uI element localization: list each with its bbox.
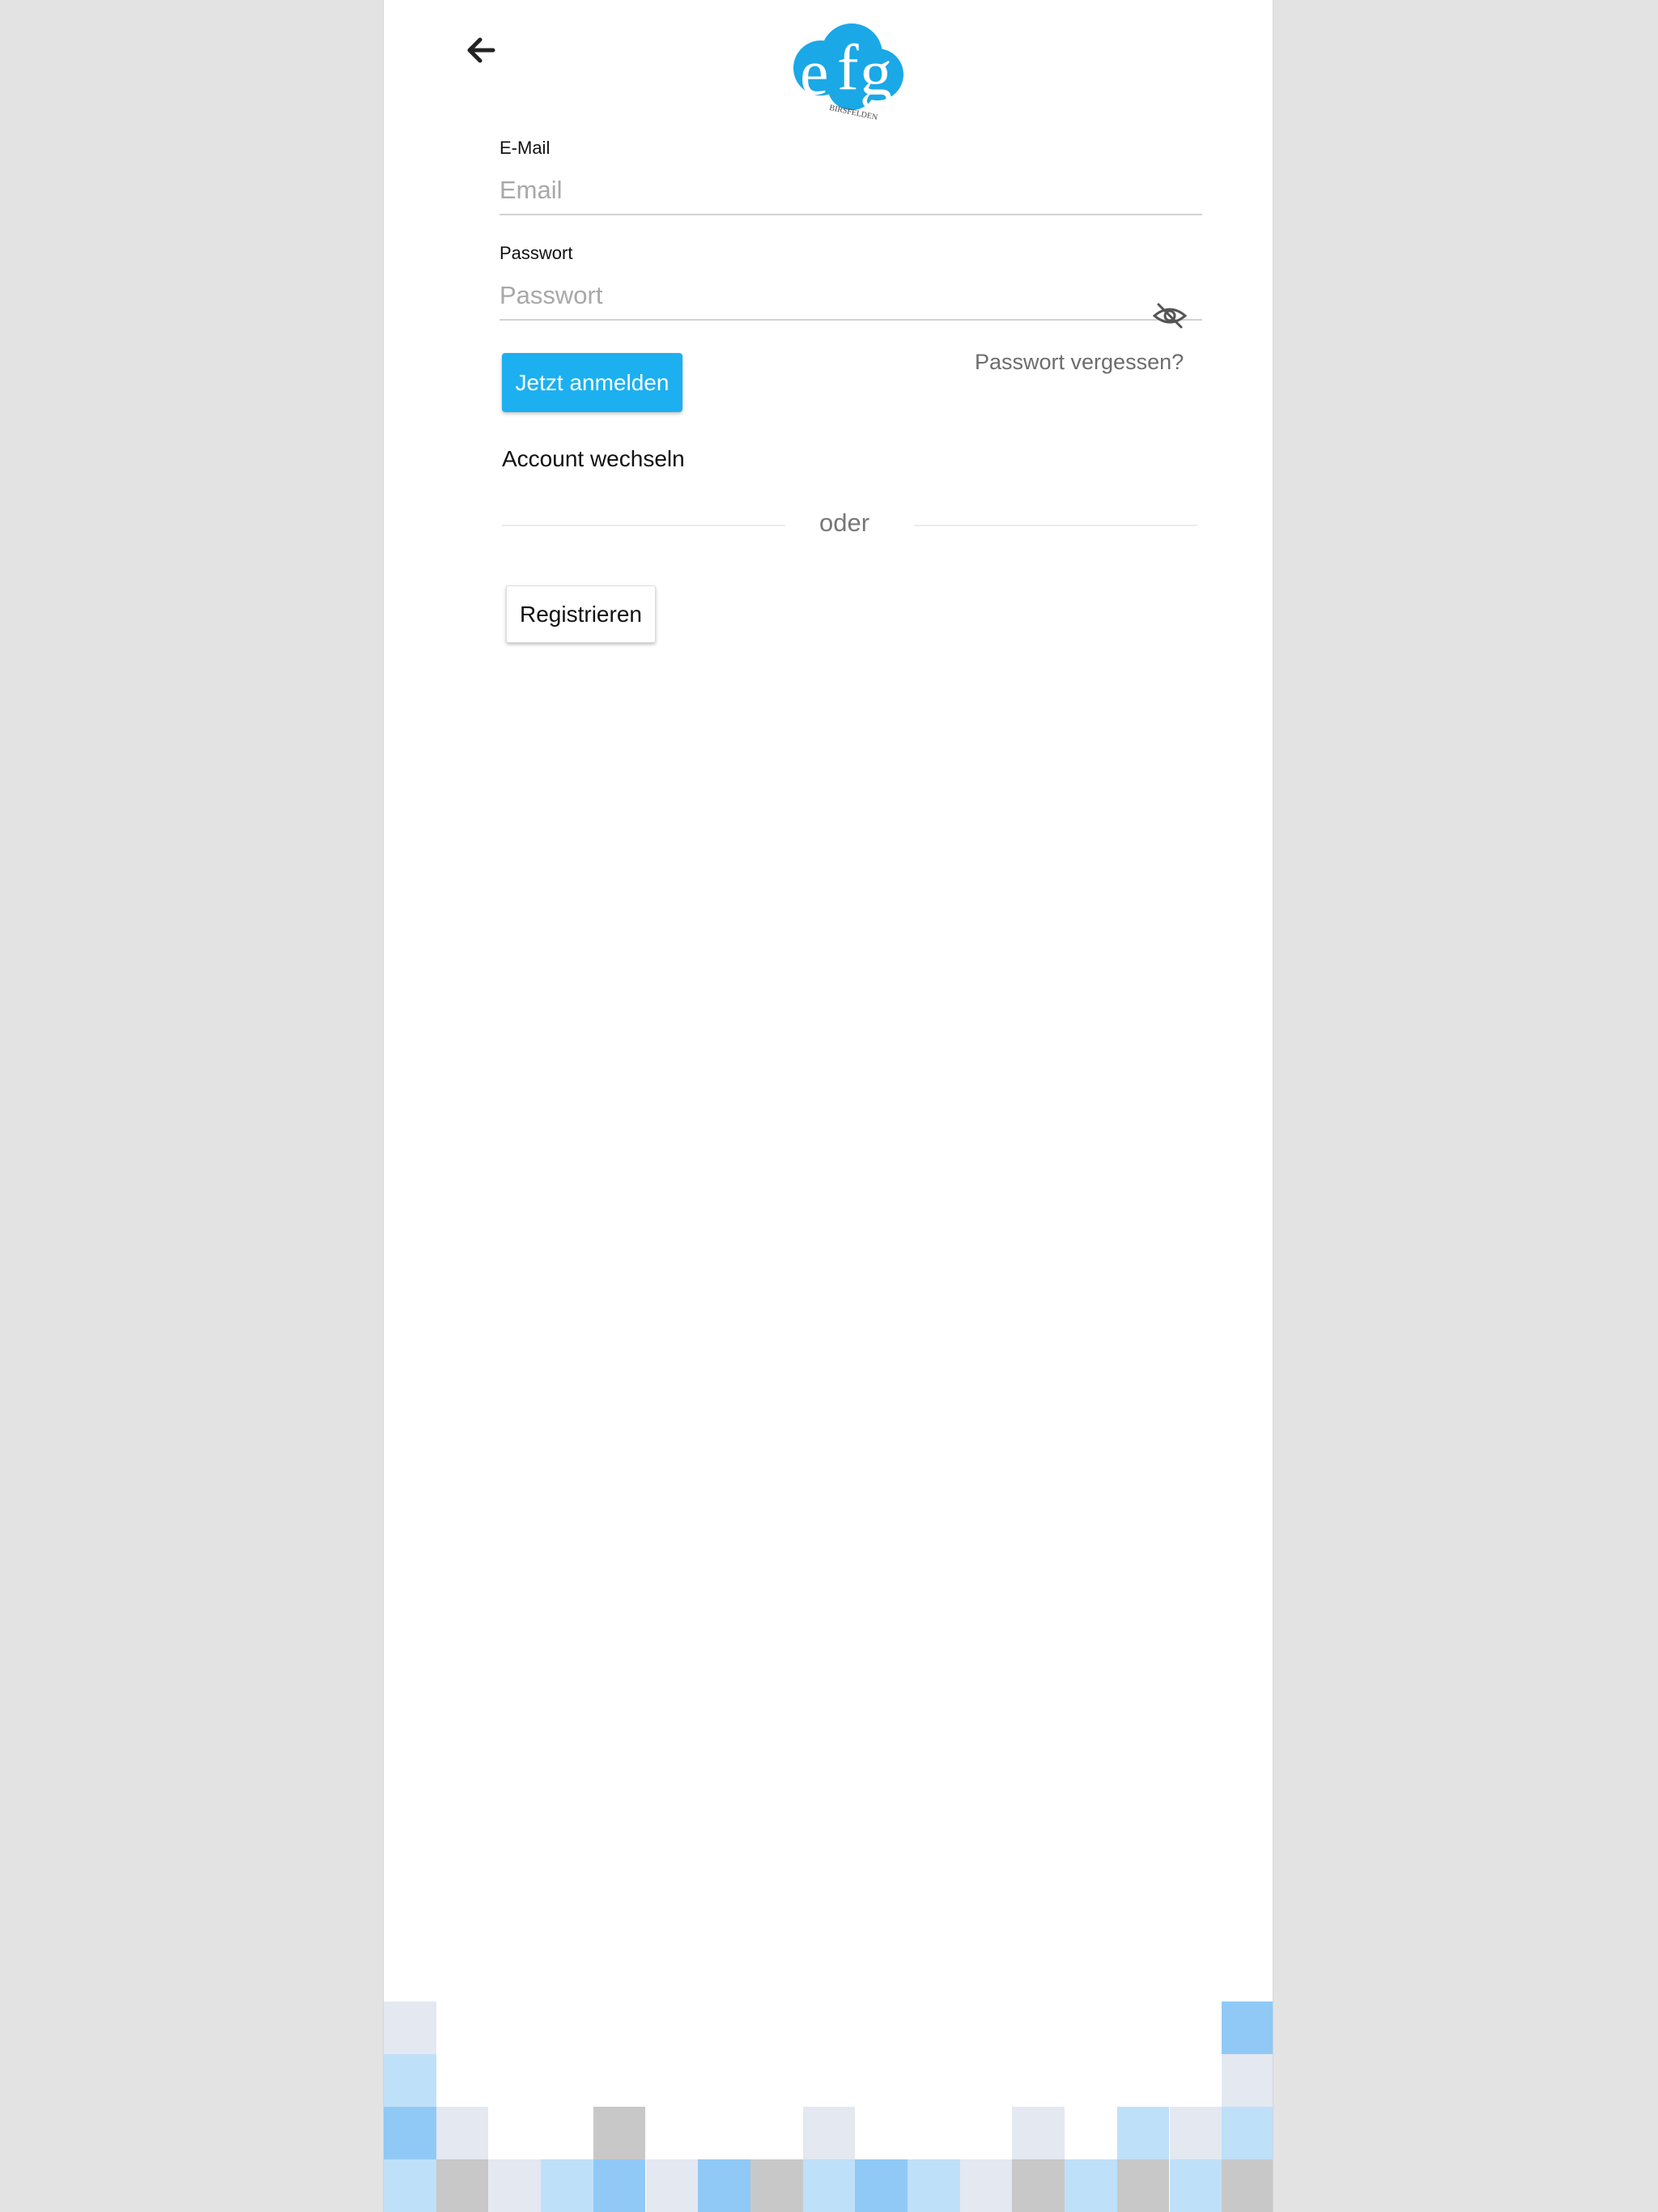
mosaic-tile — [1169, 2159, 1222, 2212]
svg-text:g: g — [860, 38, 892, 109]
login-panel: e f g BIRSFELDEN E-Mail Passwort Jetzt a… — [383, 0, 1273, 2212]
mosaic-tile — [1116, 2159, 1170, 2212]
mosaic-tile — [1222, 2001, 1273, 2054]
mosaic-tile — [384, 2159, 436, 2212]
mosaic-tile — [436, 2159, 489, 2212]
mosaic-tile — [488, 2159, 542, 2212]
mosaic-tile — [384, 2001, 436, 2054]
mosaic-tile — [1222, 2159, 1273, 2212]
mosaic-tile — [698, 2159, 750, 2212]
mosaic-tile — [384, 2054, 436, 2107]
switch-account-link[interactable]: Account wechseln — [502, 446, 685, 472]
email-label: E-Mail — [500, 138, 551, 158]
mosaic-tile — [1222, 2054, 1273, 2107]
mosaic-tile — [959, 2159, 1013, 2212]
forgot-password-link[interactable]: Passwort vergessen? — [975, 350, 1184, 375]
efg-logo: e f g BIRSFELDEN — [793, 23, 903, 122]
eye-off-icon[interactable] — [1152, 301, 1188, 330]
mosaic-tile — [541, 2159, 593, 2212]
mosaic-tile — [1012, 2107, 1065, 2159]
email-input[interactable] — [500, 167, 1202, 215]
mosaic-tile — [1222, 2107, 1273, 2159]
login-button[interactable]: Jetzt anmelden — [502, 353, 682, 412]
mosaic-tile — [1169, 2107, 1222, 2159]
divider-text: oder — [819, 508, 870, 537]
back-button[interactable] — [458, 28, 504, 73]
mosaic-tile — [593, 2159, 646, 2212]
arrow-left-icon — [467, 37, 495, 63]
mosaic-tile — [1116, 2107, 1170, 2159]
mosaic-tile — [593, 2107, 646, 2159]
svg-text:f: f — [837, 32, 859, 104]
divider-line-right — [914, 525, 1197, 526]
password-label: Passwort — [500, 243, 573, 263]
mosaic-tile — [802, 2107, 856, 2159]
mosaic-tile — [645, 2159, 699, 2212]
decorative-mosaic — [384, 2001, 1273, 2212]
register-button[interactable]: Registrieren — [506, 585, 656, 643]
mosaic-tile — [750, 2159, 803, 2212]
mosaic-tile — [436, 2107, 489, 2159]
divider-line-left — [502, 525, 785, 526]
mosaic-tile — [1065, 2159, 1117, 2212]
mosaic-tile — [855, 2159, 908, 2212]
mosaic-tile — [802, 2159, 856, 2212]
mosaic-tile — [908, 2159, 960, 2212]
svg-text:e: e — [800, 37, 829, 108]
mosaic-tile — [1012, 2159, 1065, 2212]
mosaic-tile — [384, 2107, 436, 2159]
password-input[interactable] — [500, 272, 1202, 321]
